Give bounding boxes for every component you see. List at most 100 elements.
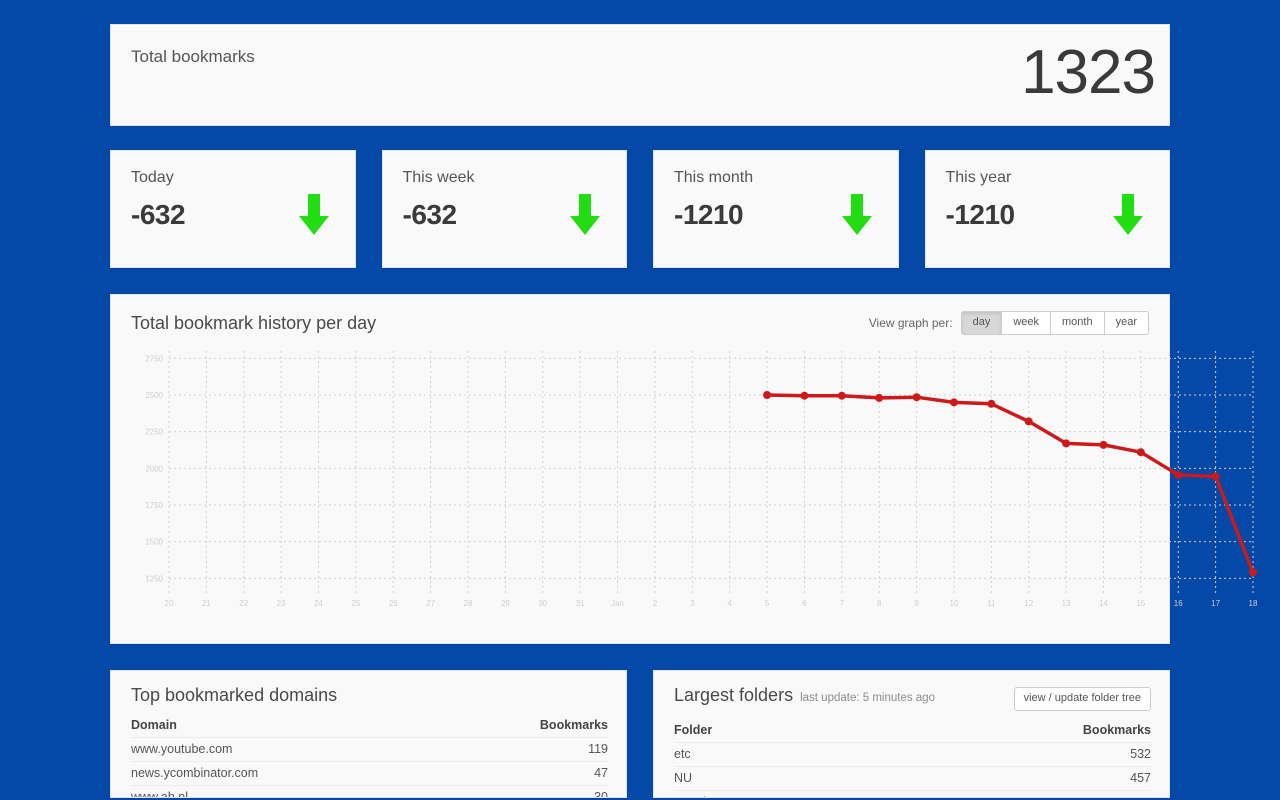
- domain-count: 47: [441, 761, 608, 786]
- domain-name: www.ah.nl: [131, 785, 442, 797]
- svg-text:Jan: Jan: [611, 599, 624, 608]
- svg-text:1250: 1250: [145, 574, 163, 583]
- largest-folders-panel: Largest folders last update: 5 minutes a…: [653, 670, 1170, 798]
- top-domains-table: Domain Bookmarks www.youtube.com 119 new…: [131, 714, 608, 797]
- svg-text:23: 23: [277, 599, 286, 608]
- period-button-year[interactable]: year: [1104, 311, 1149, 335]
- stat-card-today: Today -632: [110, 150, 356, 268]
- svg-text:2250: 2250: [145, 428, 163, 437]
- total-bookmarks-panel: Total bookmarks 1323: [110, 24, 1170, 126]
- svg-text:1500: 1500: [145, 538, 163, 547]
- svg-text:22: 22: [239, 599, 248, 608]
- largest-folders-table: Folder Bookmarks etc 532 NU 457 Devel: [674, 719, 1151, 797]
- svg-text:2500: 2500: [145, 391, 163, 400]
- domain-name: news.ycombinator.com: [131, 761, 442, 786]
- stat-card-this-month: This month -1210: [653, 150, 899, 268]
- table-row: etc 532: [674, 742, 1151, 767]
- down-arrow-icon: [566, 194, 604, 241]
- svg-text:18: 18: [1249, 599, 1258, 608]
- svg-text:15: 15: [1136, 599, 1145, 608]
- svg-text:25: 25: [351, 599, 360, 608]
- svg-text:16: 16: [1174, 599, 1183, 608]
- chart-header: Total bookmark history per day View grap…: [131, 311, 1149, 335]
- stat-label: Today: [131, 169, 174, 186]
- svg-text:4: 4: [727, 599, 732, 608]
- table-row: www.youtube.com 119: [131, 737, 608, 762]
- bottom-panels-row: Top bookmarked domains Domain Bookmarks …: [110, 670, 1170, 798]
- domain-count: 30: [441, 785, 608, 797]
- period-button-month[interactable]: month: [1051, 311, 1105, 335]
- svg-text:3: 3: [690, 599, 695, 608]
- view-graph-per-label: View graph per:: [868, 316, 953, 330]
- down-arrow-icon: [295, 194, 333, 241]
- view-graph-per-control: View graph per: day week month year: [869, 311, 1149, 335]
- largest-folders-header: Largest folders last update: 5 minutes a…: [674, 685, 1151, 711]
- top-domains-panel: Top bookmarked domains Domain Bookmarks …: [110, 670, 627, 798]
- top-domains-title-wrap: Top bookmarked domains: [131, 685, 337, 706]
- svg-text:30: 30: [538, 599, 547, 608]
- table-header-row: Domain Bookmarks: [131, 714, 608, 738]
- svg-text:24: 24: [314, 599, 323, 608]
- stat-label: This year: [945, 169, 1012, 186]
- svg-text:31: 31: [576, 599, 585, 608]
- column-header-folder: Folder: [674, 719, 846, 743]
- svg-text:28: 28: [464, 599, 473, 608]
- top-domains-header: Top bookmarked domains: [131, 685, 608, 706]
- folder-count: 457: [845, 766, 1151, 791]
- folder-count: 532: [845, 742, 1151, 767]
- largest-folders-title: Largest folders: [674, 685, 794, 705]
- stat-card-this-year: This year -1210: [924, 150, 1170, 268]
- svg-text:13: 13: [1062, 599, 1071, 608]
- table-row: NU 457: [674, 766, 1151, 791]
- svg-text:12: 12: [1024, 599, 1033, 608]
- dashboard-page: Total bookmarks 1323 Today -632 This wee…: [0, 0, 1280, 798]
- stat-label: This month: [674, 169, 754, 186]
- svg-text:7: 7: [840, 599, 845, 608]
- table-header-row: Folder Bookmarks: [674, 719, 1151, 743]
- svg-text:26: 26: [389, 599, 398, 608]
- bookmark-history-chart-panel: Total bookmark history per day View grap…: [110, 294, 1258, 644]
- top-domains-title: Top bookmarked domains: [131, 685, 338, 705]
- svg-text:8: 8: [877, 599, 882, 608]
- svg-text:29: 29: [501, 599, 510, 608]
- folder-name: NU: [674, 766, 846, 791]
- folder-name: Devel: [674, 790, 846, 797]
- stat-cards-row: Today -632 This week -632 This month -12…: [110, 150, 1170, 268]
- svg-text:6: 6: [802, 599, 807, 608]
- svg-text:14: 14: [1099, 599, 1108, 608]
- stat-card-this-week: This week -632: [381, 150, 627, 268]
- table-row: www.ah.nl 30: [131, 785, 608, 797]
- total-bookmarks-value: 1323: [1021, 38, 1156, 107]
- table-row: news.ycombinator.com 47: [131, 761, 608, 786]
- svg-text:9: 9: [914, 599, 919, 608]
- folder-name: etc: [674, 742, 846, 767]
- svg-text:5: 5: [765, 599, 770, 608]
- svg-text:2000: 2000: [145, 464, 163, 473]
- svg-text:17: 17: [1211, 599, 1220, 608]
- down-arrow-icon: [838, 194, 876, 241]
- period-button-group: day week month year: [960, 311, 1149, 335]
- last-update-text: last update: 5 minutes ago: [800, 692, 935, 704]
- column-header-bookmarks: Bookmarks: [441, 714, 608, 738]
- folder-count: 348: [845, 790, 1151, 797]
- period-button-day[interactable]: day: [960, 311, 1003, 335]
- svg-text:27: 27: [426, 599, 435, 608]
- view-update-folder-tree-button[interactable]: view / update folder tree: [1013, 687, 1151, 711]
- domain-name: www.youtube.com: [131, 737, 442, 762]
- largest-folders-title-wrap: Largest folders last update: 5 minutes a…: [674, 685, 935, 706]
- svg-text:1750: 1750: [145, 501, 163, 510]
- svg-text:10: 10: [950, 599, 959, 608]
- domain-count: 119: [441, 737, 608, 762]
- down-arrow-icon: [1109, 194, 1147, 241]
- svg-text:2750: 2750: [145, 354, 163, 363]
- period-button-week[interactable]: week: [1002, 311, 1052, 335]
- svg-text:21: 21: [202, 599, 211, 608]
- svg-text:20: 20: [165, 599, 174, 608]
- line-chart-svg: 125015001750200022502500275020 21 22 23 24 25…: [145, 351, 1258, 608]
- stat-label: This week: [402, 169, 475, 186]
- total-bookmarks-label: Total bookmarks: [131, 47, 255, 66]
- table-row: Devel 348: [674, 790, 1151, 797]
- svg-text:2: 2: [653, 599, 658, 608]
- column-header-domain: Domain: [131, 714, 442, 738]
- column-header-bookmarks: Bookmarks: [845, 719, 1151, 743]
